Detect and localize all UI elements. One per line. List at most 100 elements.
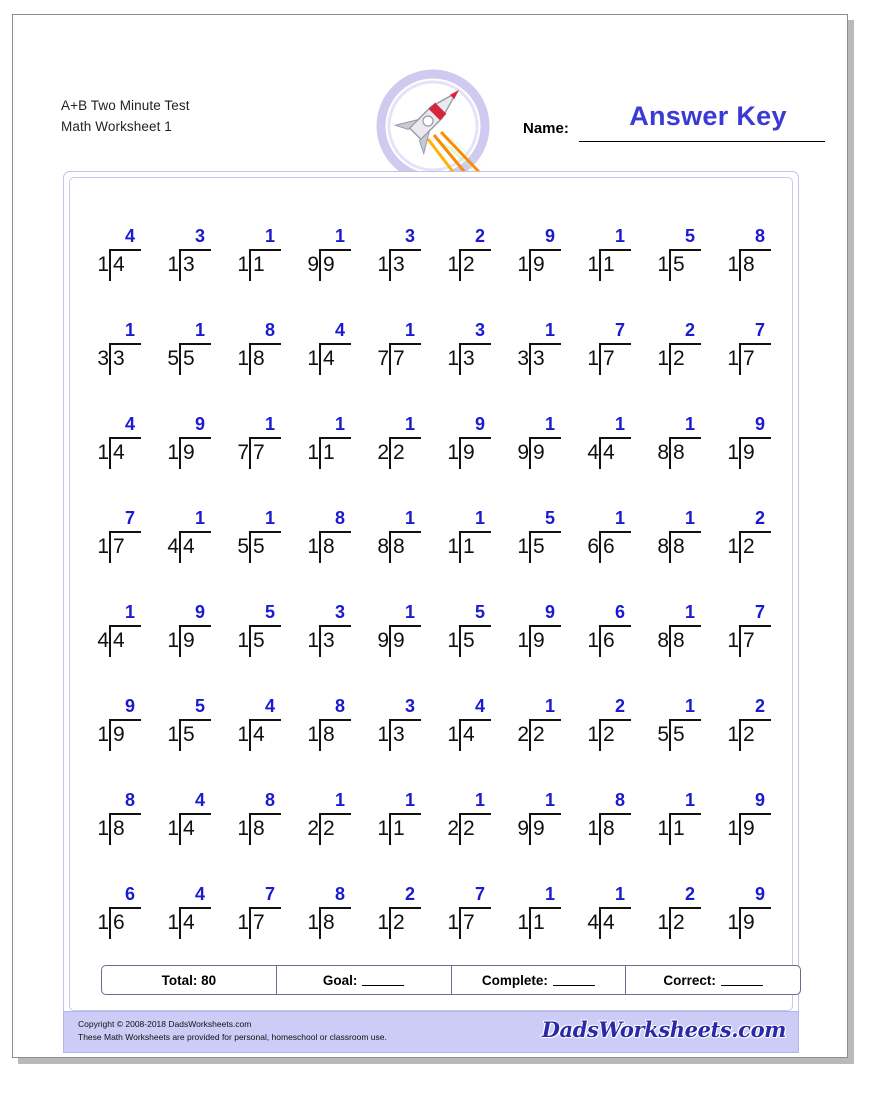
quotient-answer: 4 xyxy=(194,884,205,904)
complete-label: Complete: xyxy=(481,972,548,988)
dividend: 7 xyxy=(743,629,755,652)
quotient-answer: 1 xyxy=(194,508,205,528)
divisor: 1 xyxy=(517,253,529,276)
complete-cell[interactable]: Complete: xyxy=(452,966,627,994)
quotient-answer: 3 xyxy=(194,226,205,246)
total-label: Total: 80 xyxy=(161,972,217,988)
dividend: 8 xyxy=(113,817,125,840)
divisor: 4 xyxy=(587,911,599,934)
dividend: 2 xyxy=(393,911,405,934)
divisor: 1 xyxy=(97,535,109,558)
quotient-answer: 1 xyxy=(334,226,345,246)
divisor: 1 xyxy=(517,911,529,934)
worksheet-header: A+B Two Minute Test Math Worksheet 1 Nam… xyxy=(13,15,849,186)
division-problem: 122 xyxy=(437,791,507,885)
divisor: 1 xyxy=(237,253,249,276)
quotient-answer: 4 xyxy=(124,226,135,246)
dividend: 5 xyxy=(253,629,265,652)
divisor: 1 xyxy=(307,347,319,370)
division-problem: 414 xyxy=(437,697,507,791)
divisor: 1 xyxy=(97,441,109,464)
quotient-answer: 1 xyxy=(474,790,485,810)
divisor: 1 xyxy=(587,253,599,276)
goal-cell[interactable]: Goal: xyxy=(277,966,452,994)
divisor: 1 xyxy=(587,629,599,652)
goal-label: Goal: xyxy=(322,972,358,988)
complete-blank[interactable] xyxy=(552,974,595,986)
dividend: 8 xyxy=(323,723,335,746)
correct-cell[interactable]: Correct: xyxy=(626,966,800,994)
name-input-line[interactable] xyxy=(579,141,825,142)
division-problem: 717 xyxy=(87,509,157,603)
goal-blank[interactable] xyxy=(362,974,405,986)
division-problem: 177 xyxy=(227,415,297,509)
dividend: 7 xyxy=(743,347,755,370)
dadsworksheets-logo: DadsWorksheets.com xyxy=(541,1017,787,1042)
division-problem: 133 xyxy=(507,321,577,415)
divisor: 2 xyxy=(307,817,319,840)
divisor: 8 xyxy=(657,441,669,464)
division-problem: 188 xyxy=(647,603,717,697)
worksheet-subtitle: Math Worksheet 1 xyxy=(61,119,172,134)
dividend: 5 xyxy=(533,535,545,558)
division-problem: 212 xyxy=(577,697,647,791)
divisor: 2 xyxy=(447,817,459,840)
divisor: 9 xyxy=(307,253,319,276)
division-problem: 515 xyxy=(437,603,507,697)
dividend: 4 xyxy=(463,723,475,746)
correct-blank[interactable] xyxy=(720,974,763,986)
dividend: 9 xyxy=(393,629,405,652)
divisor: 8 xyxy=(377,535,389,558)
quotient-answer: 1 xyxy=(544,790,555,810)
division-problem: 111 xyxy=(647,791,717,885)
division-problem: 717 xyxy=(717,321,787,415)
dividend: 4 xyxy=(603,441,615,464)
dividend: 8 xyxy=(673,535,685,558)
divisor: 4 xyxy=(167,535,179,558)
division-problem: 188 xyxy=(647,415,717,509)
divisor: 1 xyxy=(587,723,599,746)
divisor: 6 xyxy=(587,535,599,558)
dividend: 2 xyxy=(323,817,335,840)
division-problem: 414 xyxy=(87,227,157,321)
dividend: 7 xyxy=(603,347,615,370)
dividend: 8 xyxy=(603,817,615,840)
quotient-answer: 7 xyxy=(474,884,485,904)
division-problem: 313 xyxy=(157,227,227,321)
dividend: 2 xyxy=(603,723,615,746)
dividend: 2 xyxy=(393,441,405,464)
dividend: 4 xyxy=(323,347,335,370)
dividend: 5 xyxy=(183,723,195,746)
division-problem: 414 xyxy=(157,791,227,885)
dividend: 9 xyxy=(743,441,755,464)
quotient-answer: 1 xyxy=(264,226,275,246)
quotient-answer: 8 xyxy=(334,696,345,716)
dividend: 8 xyxy=(323,535,335,558)
dividend: 8 xyxy=(743,253,755,276)
divisor: 1 xyxy=(377,817,389,840)
division-problem: 414 xyxy=(297,321,367,415)
divisor: 4 xyxy=(97,629,109,652)
division-problem: 133 xyxy=(87,321,157,415)
dividend: 3 xyxy=(323,629,335,652)
divisor: 1 xyxy=(237,723,249,746)
dividend: 7 xyxy=(253,911,265,934)
divisor: 1 xyxy=(727,535,739,558)
division-problem: 818 xyxy=(297,697,367,791)
quotient-answer: 1 xyxy=(334,414,345,434)
quotient-answer: 2 xyxy=(614,696,625,716)
quotient-answer: 1 xyxy=(544,884,555,904)
divisor: 2 xyxy=(377,441,389,464)
dividend: 4 xyxy=(183,535,195,558)
quotient-answer: 1 xyxy=(404,414,415,434)
correct-label: Correct: xyxy=(663,972,716,988)
division-problem: 188 xyxy=(647,509,717,603)
dividend: 2 xyxy=(463,253,475,276)
division-problem: 122 xyxy=(367,415,437,509)
quotient-answer: 1 xyxy=(684,790,695,810)
divisor: 9 xyxy=(377,629,389,652)
division-problem: 919 xyxy=(717,791,787,885)
divisor: 1 xyxy=(167,441,179,464)
divisor: 5 xyxy=(167,347,179,370)
quotient-answer: 8 xyxy=(264,320,275,340)
